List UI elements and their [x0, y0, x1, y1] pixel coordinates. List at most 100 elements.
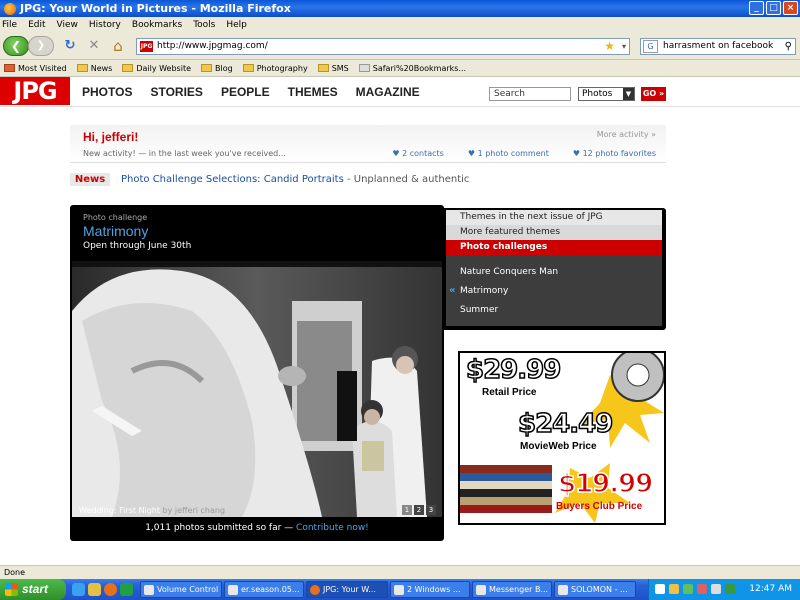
site-search-input[interactable]: Search: [489, 87, 571, 101]
quicklaunch-media-icon[interactable]: [120, 583, 133, 596]
task-label: SOLOMON - ...: [571, 585, 628, 594]
tab-featured-themes[interactable]: More featured themes: [446, 225, 662, 240]
menu-help[interactable]: Help: [226, 20, 247, 30]
activity-stats: ♥ 2 contacts ♥ 1 photo comment ♥ 12 phot…: [392, 149, 656, 158]
window-icon: [558, 585, 568, 595]
advertisement[interactable]: $29.99 Retail Price $24.49 MovieWeb Pric…: [458, 351, 666, 525]
theme-item-matrimony[interactable]: Matrimony: [460, 286, 508, 296]
folder-icon: [76, 64, 88, 72]
nav-stories[interactable]: STORIES: [150, 85, 202, 99]
bookmark-label: Photography: [256, 63, 308, 73]
bookmark-label: Blog: [215, 63, 233, 73]
favorites-label: 12 photo favorites: [582, 149, 656, 158]
menu-edit[interactable]: Edit: [28, 20, 45, 30]
contacts-link[interactable]: ♥ 2 contacts: [392, 149, 443, 158]
bookmark-news[interactable]: News: [76, 64, 112, 73]
menu-file[interactable]: File: [2, 20, 17, 30]
movieweb-label: MovieWeb Price: [520, 441, 597, 452]
pager-2[interactable]: 2: [414, 505, 424, 515]
minimize-button[interactable]: _: [749, 1, 764, 15]
search-icon[interactable]: ⚲: [785, 39, 792, 54]
feature-title[interactable]: Matrimony: [83, 223, 148, 239]
forward-button[interactable]: ❯: [28, 36, 54, 56]
quicklaunch-explorer-icon[interactable]: [88, 583, 101, 596]
bookmark-photography[interactable]: Photography: [242, 63, 308, 73]
jpg-logo[interactable]: JPG: [0, 77, 70, 105]
nav-themes[interactable]: THEMES: [288, 85, 338, 99]
quicklaunch-ie-icon[interactable]: [72, 583, 85, 596]
search-input-value: harrasment on facebook: [663, 41, 774, 51]
back-button[interactable]: ❮: [3, 36, 29, 56]
bookmark-sms[interactable]: SMS: [317, 64, 349, 73]
bookmark-star-icon[interactable]: ★: [604, 39, 615, 54]
windows-taskbar: start Volume Control er.season.05... JPG…: [0, 579, 800, 600]
photo-pager: 1 2 3: [402, 505, 436, 515]
bookmark-most-visited[interactable]: Most Visited: [4, 64, 67, 73]
bookmark-blog[interactable]: Blog: [201, 64, 233, 73]
retail-label: Retail Price: [482, 387, 537, 398]
task-volume-control[interactable]: Volume Control: [140, 581, 222, 598]
go-button[interactable]: GO »: [641, 87, 666, 101]
maximize-button[interactable]: □: [766, 1, 781, 15]
news-link-container: Photo Challenge Selections: Candid Portr…: [121, 174, 469, 185]
new-activity-text: New activity! — in the last week you've …: [83, 149, 286, 158]
task-jpg-firefox[interactable]: JPG: Your W...: [306, 581, 388, 598]
bookmark-daily-website[interactable]: Daily Website: [122, 64, 191, 73]
reload-icon[interactable]: ↻: [62, 38, 78, 54]
home-icon[interactable]: ⌂: [110, 38, 126, 54]
contribute-link[interactable]: Contribute now!: [296, 523, 369, 533]
task-er-season[interactable]: er.season.05...: [224, 581, 304, 598]
url-bar[interactable]: JPG http://www.jpgmag.com/ ★ ▾: [136, 38, 630, 55]
messenger-icon: [476, 585, 486, 595]
feature-photo[interactable]: [72, 261, 442, 517]
submission-count: 1,011 photos submitted so far —: [145, 523, 297, 533]
tray-update-icon[interactable]: [725, 584, 735, 594]
folder-icon: [122, 64, 134, 72]
news-link[interactable]: Photo Challenge Selections: Candid Portr…: [121, 174, 344, 185]
tab-photo-challenges[interactable]: Photo challenges: [446, 240, 662, 255]
more-activity-link[interactable]: More activity »: [597, 130, 656, 139]
themes-panel: Themes in the next issue of JPG More fea…: [444, 208, 666, 330]
tab-next-issue-themes[interactable]: Themes in the next issue of JPG: [446, 210, 662, 225]
quicklaunch-firefox-icon[interactable]: [104, 583, 117, 596]
nav-people[interactable]: PEOPLE: [221, 85, 270, 99]
theme-item-summer[interactable]: Summer: [460, 305, 498, 315]
photo-title[interactable]: Wedding: First Night: [79, 506, 160, 515]
theme-item-nature[interactable]: Nature Conquers Man: [460, 267, 558, 277]
menu-history[interactable]: History: [89, 20, 121, 30]
close-button[interactable]: ×: [783, 1, 798, 15]
tray-volume-icon[interactable]: [711, 584, 721, 594]
comments-link[interactable]: ♥ 1 photo comment: [468, 149, 549, 158]
tray-network-icon[interactable]: [655, 584, 665, 594]
tray-antivirus-icon[interactable]: [697, 584, 707, 594]
tray-messenger-icon[interactable]: [669, 584, 679, 594]
search-bar[interactable]: G harrasment on facebook ⚲: [640, 38, 796, 55]
bookmark-safari[interactable]: Safari%20Bookmarks...: [358, 64, 466, 73]
task-solomon[interactable]: SOLOMON - ...: [554, 581, 636, 598]
pager-1[interactable]: 1: [402, 505, 412, 515]
search-scope-value: Photos: [582, 89, 613, 99]
menu-view[interactable]: View: [57, 20, 78, 30]
tray-security-icon[interactable]: [683, 584, 693, 594]
pager-3[interactable]: 3: [426, 505, 436, 515]
start-button[interactable]: start: [0, 579, 66, 600]
menu-tools[interactable]: Tools: [193, 20, 215, 30]
task-messenger[interactable]: Messenger B...: [472, 581, 552, 598]
feature-footer: 1,011 photos submitted so far — Contribu…: [70, 523, 444, 533]
folder-icon: [201, 64, 213, 72]
task-label: Messenger B...: [489, 585, 549, 594]
clock[interactable]: 12:47 AM: [749, 579, 792, 600]
menu-bookmarks[interactable]: Bookmarks: [132, 20, 182, 30]
photo-author[interactable]: by jefferi chang: [160, 506, 226, 515]
url-dropdown-icon[interactable]: ▾: [622, 39, 626, 54]
retail-price: $29.99: [465, 354, 562, 386]
task-windows-group[interactable]: 2 Windows ...: [390, 581, 470, 598]
favorites-link[interactable]: ♥ 12 photo favorites: [573, 149, 656, 158]
stop-icon[interactable]: ✕: [86, 38, 102, 54]
nav-magazine[interactable]: MAGAZINE: [356, 85, 420, 99]
nav-photos[interactable]: PHOTOS: [82, 85, 132, 99]
page-icon: [358, 64, 370, 72]
search-scope-select[interactable]: Photos ▼: [578, 87, 635, 101]
google-search-engine-icon[interactable]: G: [643, 40, 658, 53]
start-label: start: [22, 582, 49, 596]
